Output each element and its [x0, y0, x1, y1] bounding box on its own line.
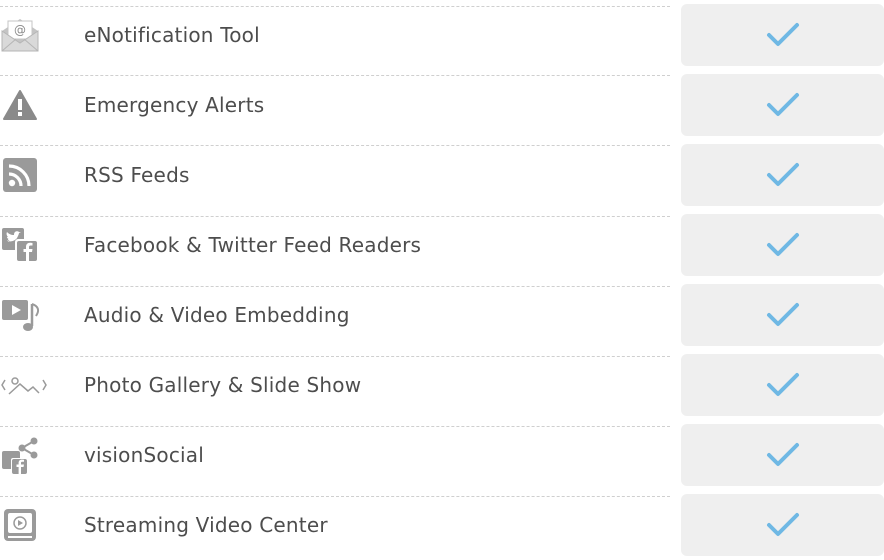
feature-label: Emergency Alerts — [84, 93, 265, 117]
checkmark-icon — [766, 443, 799, 466]
feature-check-cell — [681, 284, 884, 346]
checkmark-icon — [766, 23, 799, 46]
feature-check-cell — [681, 424, 884, 486]
feature-row-photo-gallery: Photo Gallery & Slide Show — [0, 350, 884, 420]
rss-icon — [0, 156, 40, 194]
feature-check-cell — [681, 354, 884, 416]
feature-label: Audio & Video Embedding — [84, 303, 350, 327]
svg-text:@: @ — [14, 23, 26, 37]
facebook-twitter-icon — [0, 226, 40, 264]
audio-video-icon — [0, 296, 48, 334]
feature-row-emergency-alerts: Emergency Alerts — [0, 70, 884, 140]
feature-label: visionSocial — [84, 443, 204, 467]
feature-label: eNotification Tool — [84, 23, 260, 47]
photo-gallery-icon — [0, 366, 48, 404]
feature-label: Streaming Video Center — [84, 513, 328, 537]
vision-social-icon — [0, 436, 40, 474]
checkmark-icon — [766, 93, 799, 116]
streaming-video-icon — [0, 506, 40, 544]
feature-row-rss-feeds: RSS Feeds — [0, 140, 884, 210]
checkmark-icon — [766, 373, 799, 396]
checkmark-icon — [766, 303, 799, 326]
warning-triangle-icon — [0, 86, 40, 124]
envelope-at-icon: @ — [0, 16, 40, 54]
feature-label: RSS Feeds — [84, 163, 190, 187]
feature-label: Facebook & Twitter Feed Readers — [84, 233, 422, 257]
feature-check-cell — [681, 4, 884, 66]
feature-row-audio-video: Audio & Video Embedding — [0, 280, 884, 350]
feature-check-cell — [681, 214, 884, 276]
checkmark-icon — [766, 233, 799, 256]
feature-check-cell — [681, 74, 884, 136]
feature-check-cell — [681, 494, 884, 556]
checkmark-icon — [766, 513, 799, 536]
checkmark-icon — [766, 163, 799, 186]
feature-label: Photo Gallery & Slide Show — [84, 373, 362, 397]
feature-row-streaming-video: Streaming Video Center — [0, 490, 884, 560]
feature-row-enotification: @ eNotification Tool — [0, 0, 884, 70]
feature-comparison-list: @ eNotification Tool Emergency Alerts RS… — [0, 0, 884, 559]
feature-row-facebook-twitter: Facebook & Twitter Feed Readers — [0, 210, 884, 280]
feature-row-vision-social: visionSocial — [0, 420, 884, 490]
feature-check-cell — [681, 144, 884, 206]
